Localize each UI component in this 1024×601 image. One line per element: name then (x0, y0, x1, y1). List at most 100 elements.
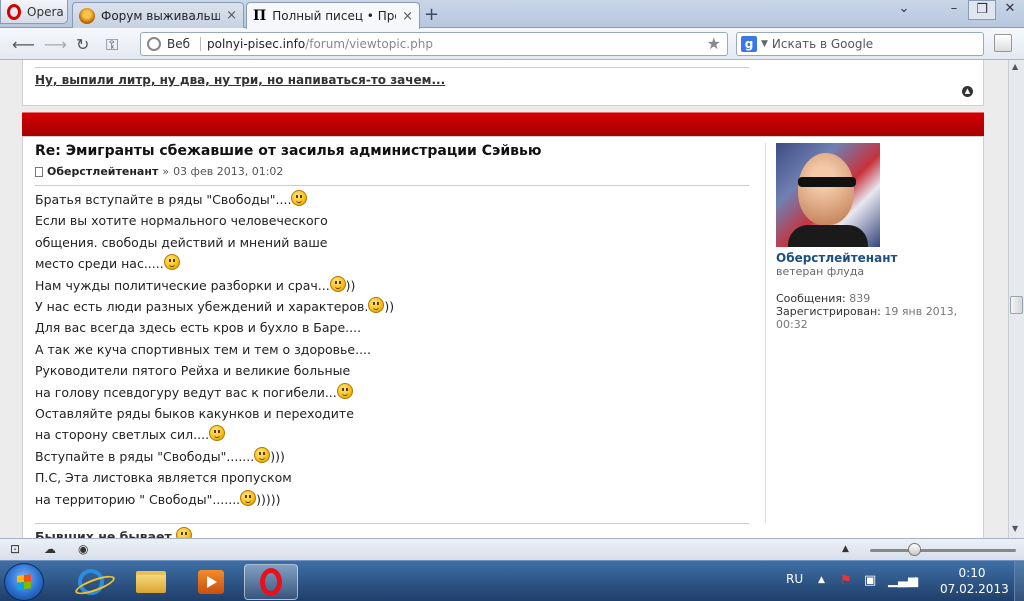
post-line-text: А так же куча спортивных тем и тем о здо… (35, 341, 371, 357)
zoom-slider[interactable] (870, 549, 1016, 552)
post-signature: Бывших не бывает (35, 527, 193, 538)
post-line: Для вас всегда здесь есть кров и бухло в… (35, 317, 749, 338)
post-meta: Оберстлейтенант » 03 фев 2013, 01:02 (35, 165, 283, 178)
posts-value: 839 (849, 292, 871, 305)
pisec-favicon-icon: П (253, 8, 267, 24)
smiley-icon (240, 489, 257, 506)
post-line-text: Нам чужды политические разборки и срач..… (35, 277, 330, 293)
opera-menu-label: Opera (27, 4, 64, 19)
tab-close-icon[interactable]: × (226, 8, 237, 23)
language-indicator[interactable]: RU (786, 572, 803, 586)
post-line: У нас есть люди разных убеждений и харак… (35, 296, 749, 317)
panel-icon[interactable]: ⊡ (10, 542, 20, 556)
post-body: Братья вступайте в ряды "Свободы".... Есл… (35, 189, 749, 510)
address-label: Веб (167, 37, 202, 51)
start-button[interactable] (4, 563, 44, 601)
signature-divider (35, 67, 749, 68)
opera-logo-icon (7, 3, 21, 20)
post-line-text: Вступайте в ряды "Свободы"....... (35, 448, 255, 464)
tab-close-icon[interactable]: × (402, 9, 413, 24)
posts-label: Сообщения: (776, 292, 846, 305)
smiley-icon (176, 527, 193, 538)
volume-icon[interactable]: 🔈︎ (912, 573, 920, 588)
zoom-slider-handle[interactable] (908, 543, 921, 556)
minimize-icon[interactable]: – (940, 0, 968, 20)
post-date: 03 фев 2013, 01:02 (173, 165, 284, 178)
clock-date: 07.02.2013 (940, 582, 1009, 596)
signature-text: Бывших не бывает (35, 529, 172, 538)
internet-explorer-icon[interactable] (64, 564, 118, 600)
post-line-text: Если вы хотите нормального человеческого (35, 213, 328, 229)
post-line: общения. свободы действий и мнений ваше (35, 232, 749, 253)
post-header-bar (22, 112, 984, 136)
system-clock[interactable]: 0:10 07.02.2013 (940, 565, 1009, 597)
smiley-icon (163, 254, 180, 271)
new-tab-button[interactable]: + (424, 4, 439, 25)
post-line-suffix: )) (345, 277, 356, 293)
tab-title: Полный писец • Прос... (272, 9, 396, 23)
author-profile: Оберстлейтенант ветеран флуда Сообщения:… (765, 143, 975, 523)
speed-dial-icon[interactable]: ◉ (78, 542, 88, 556)
scroll-down-icon[interactable]: ▼ (1012, 524, 1018, 533)
scroll-thumb[interactable] (1010, 296, 1023, 314)
key-icon[interactable]: ⚿ (106, 35, 118, 55)
tab-list-chevron-icon[interactable]: ⌄ (890, 0, 918, 20)
navigation-bar: ⟵ ⟶ ↻ ⚿ Веб polnyi-pisec.info/forum/view… (0, 28, 1024, 60)
cloud-icon[interactable]: ☁ (44, 542, 56, 556)
post-line-suffix: ))))) (256, 491, 281, 507)
post-line: А так же куча спортивных тем и тем о здо… (35, 339, 749, 360)
scroll-up-icon[interactable]: ▲ (1012, 62, 1018, 71)
reload-icon[interactable]: ↻ (76, 35, 89, 54)
profile-posts: Сообщения: 839 (776, 292, 975, 305)
file-explorer-icon[interactable] (124, 564, 178, 600)
google-icon[interactable]: g (741, 36, 757, 52)
tray-expand-icon[interactable]: ▲ (818, 575, 825, 585)
panel-toggle-button[interactable] (994, 34, 1012, 52)
post-line-text: Оставляйте ряды быков какунков и переход… (35, 406, 354, 422)
post-line: на голову псевдогуру ведут вас к погибел… (35, 382, 749, 403)
post-author[interactable]: Оберстлейтенант (47, 165, 158, 178)
url-text[interactable]: polnyi-pisec.info/forum/viewtopic.php (207, 37, 433, 51)
forward-arrow-icon[interactable]: ⟶ (44, 35, 67, 54)
action-center-flag-icon[interactable]: ⚑ (840, 573, 852, 588)
show-desktop-button[interactable] (1014, 561, 1024, 601)
device-icon[interactable]: ▣ (864, 573, 876, 588)
opera-menu-button[interactable]: Opera (0, 0, 68, 24)
tab-polnyi-pisec[interactable]: П Полный писец • Прос... × (246, 2, 420, 29)
restore-icon[interactable]: ❐ (968, 0, 996, 20)
back-arrow-icon[interactable]: ⟵ (12, 35, 35, 54)
post-line-suffix: ))) (270, 448, 285, 464)
zoom-menu-icon[interactable]: ▲ (842, 544, 849, 554)
post-line-text: Братья вступайте в ряды "Свободы".... (35, 192, 292, 207)
smiley-icon (291, 190, 308, 206)
address-bar[interactable]: Веб polnyi-pisec.info/forum/viewtopic.ph… (140, 32, 728, 56)
profile-username[interactable]: Оберстлейтенант (776, 251, 975, 265)
profile-registered: Зарегистрирован: 19 янв 2013, 00:32 (776, 305, 975, 331)
bookmark-star-icon[interactable]: ★ (707, 34, 721, 53)
smiley-icon (368, 297, 385, 314)
vertical-scrollbar[interactable]: ▲ ▼ (1008, 60, 1024, 538)
opera-taskbar-icon[interactable] (244, 564, 298, 600)
media-player-icon[interactable] (184, 564, 238, 600)
search-input[interactable] (771, 37, 972, 51)
post-line-text: на территорию " Свободы"....... (35, 491, 241, 507)
post-title[interactable]: Re: Эмигранты сбежавшие от засилья админ… (35, 143, 541, 159)
post-link-icon[interactable] (35, 166, 43, 177)
post-line-text: Руководители пятого Рейха и великие боль… (35, 363, 351, 379)
smiley-icon (254, 446, 271, 463)
url-path: /forum/viewtopic.php (305, 37, 433, 51)
back-to-top-icon[interactable]: ▲ (962, 86, 973, 97)
post-line-text: на сторону светлых сил.... (35, 427, 210, 443)
status-bar: ⊡ ☁ ◉ ▲ (0, 538, 1024, 560)
post-line: Братья вступайте в ряды "Свободы".... (35, 189, 749, 210)
post-line-text: на голову псевдогуру ведут вас к погибел… (35, 384, 337, 400)
post-line: Если вы хотите нормального человеческого (35, 210, 749, 231)
post-line: на территорию " Свободы".......))))) (35, 489, 749, 510)
search-box[interactable]: g ▼ (736, 32, 984, 56)
tab-title: Форум выживальщик... (101, 8, 221, 23)
tab-survival-forum[interactable]: Форум выживальщик... × (72, 2, 244, 28)
url-host: polnyi-pisec.info (207, 37, 306, 51)
search-engine-dropdown-icon[interactable]: ▼ (761, 39, 768, 49)
forum-favicon-icon (79, 7, 95, 24)
close-window-icon[interactable]: ✕ (996, 0, 1024, 20)
